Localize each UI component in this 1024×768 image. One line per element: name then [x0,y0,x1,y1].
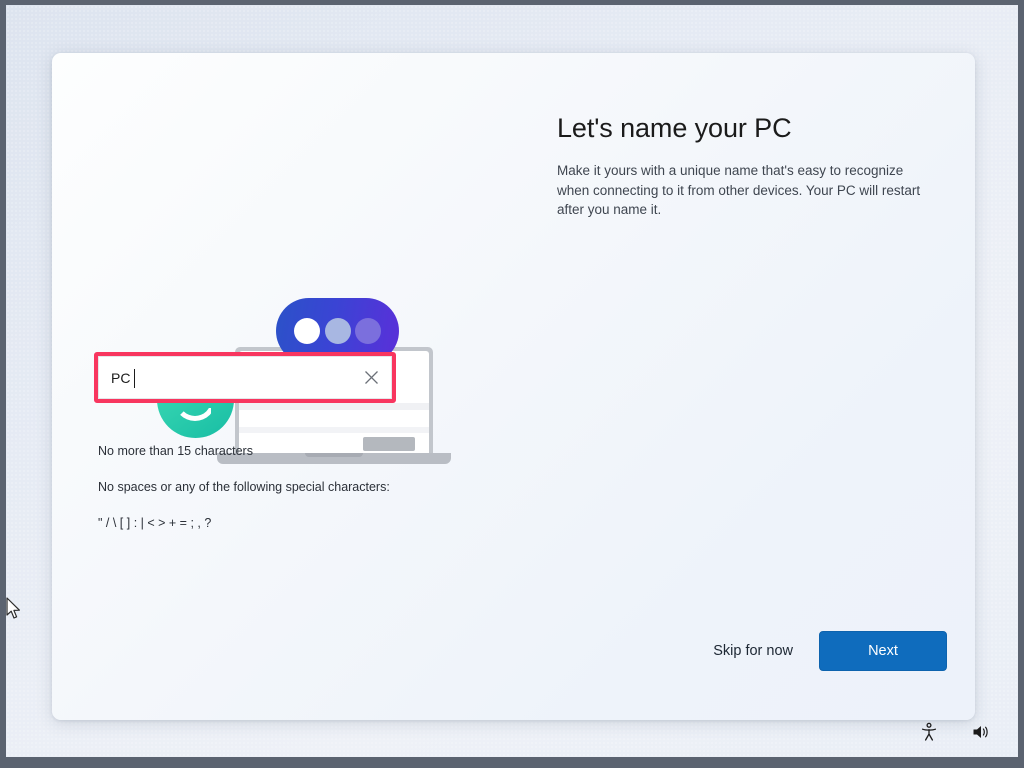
mouse-cursor [6,597,20,619]
next-button[interactable]: Next [819,631,947,671]
pill-dot-1 [294,318,320,344]
pc-name-input-wrapper[interactable] [98,356,392,399]
volume-icon[interactable] [968,719,994,745]
setup-card: Let's name your PC Make it yours with a … [52,53,975,720]
accessibility-icon[interactable] [916,719,942,745]
hint-line-3: " / \ [ ] : | < > + = ; , ? [98,516,212,530]
pill-dot-2 [325,318,351,344]
close-icon[interactable] [351,357,391,398]
setup-content: Let's name your PC Make it yours with a … [557,111,947,220]
screen-line-1 [239,403,429,410]
skip-for-now-button[interactable]: Skip for now [711,637,795,665]
pill-dot-3 [355,318,381,344]
page-title: Let's name your PC [557,113,792,143]
hint-line-1: No more than 15 characters [98,444,253,458]
system-tray [916,719,994,745]
pc-name-field-highlight [94,352,396,403]
oobe-screen: Let's name your PC Make it yours with a … [6,5,1018,757]
text-caret [134,369,135,388]
footer-actions: Skip for now Next [557,631,947,671]
pc-name-hint: No more than 15 characters No spaces or … [98,424,390,550]
hint-line-2: No spaces or any of the following specia… [98,480,390,494]
page-subtitle: Make it yours with a unique name that's … [557,163,921,217]
pc-name-input[interactable] [99,357,351,398]
